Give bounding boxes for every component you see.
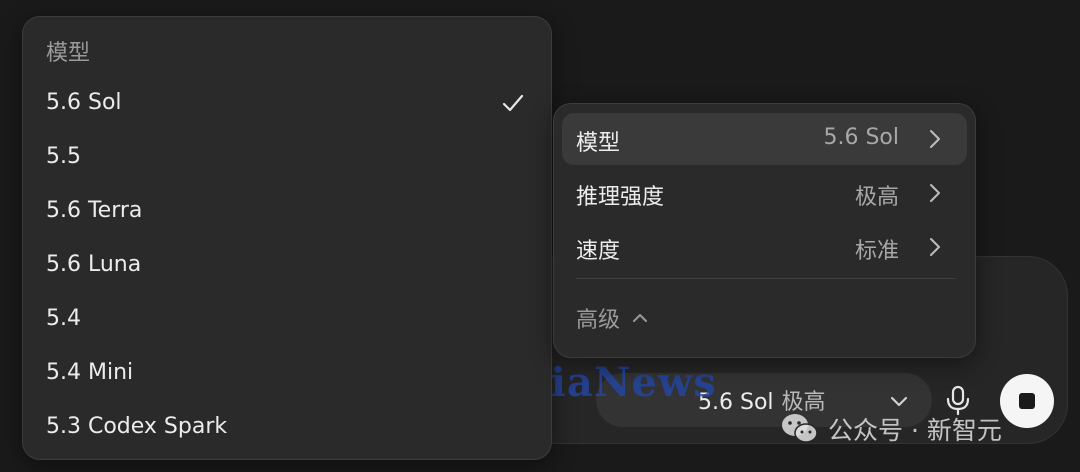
advanced-label: 高级 bbox=[576, 308, 621, 333]
stop-icon bbox=[1019, 393, 1035, 409]
model-menu-heading: 模型 bbox=[46, 41, 91, 66]
settings-row-value: 标准 bbox=[854, 239, 899, 264]
model-option-5-6-luna[interactable]: 5.6 Luna bbox=[23, 240, 551, 290]
model-option-5-6-sol[interactable]: 5.6 Sol bbox=[23, 78, 551, 128]
model-option-label: 5.4 bbox=[46, 306, 81, 331]
model-option-label: 5.6 Terra bbox=[46, 198, 143, 223]
wechat-watermark-text: 公众号 · 新智元 bbox=[828, 416, 1002, 445]
model-option-label: 5.5 bbox=[46, 144, 81, 169]
wechat-icon bbox=[782, 414, 818, 443]
settings-row-value: 极高 bbox=[854, 185, 899, 210]
settings-row-label: 模型 bbox=[576, 131, 621, 156]
settings-row-label: 推理强度 bbox=[576, 185, 665, 210]
model-option-5-4-mini[interactable]: 5.4 Mini bbox=[23, 348, 551, 398]
settings-divider bbox=[576, 278, 956, 279]
checkmark-icon bbox=[502, 94, 524, 112]
model-option-label: 5.6 Luna bbox=[46, 252, 142, 277]
model-option-label: 5.6 Sol bbox=[46, 90, 122, 115]
stop-button[interactable] bbox=[1000, 374, 1054, 428]
advanced-toggle[interactable]: 高级 bbox=[576, 302, 650, 334]
settings-row-model[interactable]: 模型 5.6 Sol bbox=[562, 113, 967, 165]
model-option-label: 5.3 Codex Spark bbox=[46, 414, 228, 439]
settings-row-value: 5.6 Sol bbox=[823, 125, 899, 150]
chevron-right-icon bbox=[930, 130, 940, 148]
model-option-5-6-terra[interactable]: 5.6 Terra bbox=[23, 186, 551, 236]
chevron-right-icon bbox=[930, 184, 940, 202]
settings-row-label: 速度 bbox=[576, 239, 621, 264]
settings-row-speed[interactable]: 速度 标准 bbox=[562, 221, 967, 273]
chevron-up-icon bbox=[633, 314, 648, 322]
model-option-5-3-codex-spark[interactable]: 5.3 Codex Spark bbox=[23, 402, 551, 452]
model-dropdown-menu: 模型 5.6 Sol 5.5 5.6 Terra 5.6 Luna 5.4 5.… bbox=[22, 16, 552, 460]
model-option-label: 5.4 Mini bbox=[46, 360, 134, 385]
model-option-5-4[interactable]: 5.4 bbox=[23, 294, 551, 344]
wechat-watermark: 公众号 · 新智元 bbox=[780, 411, 1002, 447]
settings-row-reasoning-effort[interactable]: 推理强度 极高 bbox=[562, 167, 967, 219]
model-option-5-5[interactable]: 5.5 bbox=[23, 132, 551, 182]
settings-popover: 模型 5.6 Sol 推理强度 极高 速度 标准 高级 bbox=[553, 103, 976, 358]
chevron-right-icon bbox=[930, 238, 940, 256]
